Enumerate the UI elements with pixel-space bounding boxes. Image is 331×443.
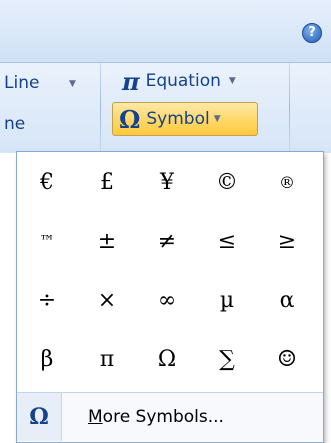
symbol-registered[interactable]: ® [259,154,315,210]
symbol-beta[interactable]: β [19,331,75,387]
title-bar: ? [0,0,331,63]
ribbon-separator [289,63,290,153]
omega-icon: Ω [29,404,49,430]
symbol-summation[interactable]: ∑ [199,331,255,387]
more-symbols-item[interactable]: Ω More Symbols... [17,392,323,441]
symbol-pi[interactable]: π [79,331,135,387]
symbol-dropdown-icon: ▼ [213,114,221,124]
more-symbols-label: More Symbols... [88,407,224,427]
symbol-mu[interactable]: µ [199,272,255,328]
equation-dropdown-icon: ▼ [228,76,236,86]
symbol-yen[interactable]: ¥ [139,154,195,210]
symbol-greater-equal[interactable]: ≥ [259,213,315,269]
equation-label: Equation [145,71,221,91]
symbol-less-equal[interactable]: ≤ [199,213,255,269]
symbol-label: Symbol [146,109,210,129]
symbol-infinity[interactable]: ∞ [139,272,195,328]
line-button-label[interactable]: Line [4,73,39,93]
line-dropdown-icon[interactable]: ▼ [69,79,76,89]
more-symbols-gutter: Ω [17,393,62,441]
symbol-multiply[interactable]: × [79,272,135,328]
pi-icon: π [122,66,140,96]
symbol-gallery-dropdown: € £ ¥ © ® ™ ± ≠ ≤ ≥ ÷ × ∞ µ α β π Ω ∑ ☺ … [16,151,324,443]
symbol-copyright[interactable]: © [199,154,255,210]
symbol-grid: € £ ¥ © ® ™ ± ≠ ≤ ≥ ÷ × ∞ µ α β π Ω ∑ ☺ [17,152,323,392]
help-icon[interactable]: ? [302,23,322,43]
symbol-omega[interactable]: Ω [139,331,195,387]
ribbon-separator [100,63,101,153]
symbol-alpha[interactable]: α [259,272,315,328]
symbol-euro[interactable]: € [19,154,75,210]
omega-icon: Ω [119,104,141,134]
symbol-trademark[interactable]: ™ [19,213,75,269]
symbol-smiley[interactable]: ☺ [259,331,315,387]
symbol-pound[interactable]: £ [79,154,135,210]
symbol-divide[interactable]: ÷ [19,272,75,328]
symbol-button[interactable]: Ω Symbol ▼ [112,102,258,136]
equation-button[interactable]: π Equation ▼ [113,65,275,97]
symbol-plus-minus[interactable]: ± [79,213,135,269]
ribbon-partial-label[interactable]: ne [4,114,25,134]
symbol-not-equal[interactable]: ≠ [139,213,195,269]
